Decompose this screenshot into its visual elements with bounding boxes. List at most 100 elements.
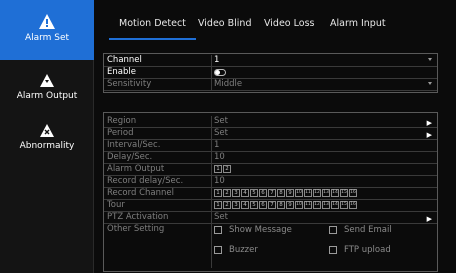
record-channel-label: Record Channel [107, 188, 212, 199]
delay-input[interactable]: 10 [214, 152, 435, 163]
tab-motion-detect[interactable]: Motion Detect [109, 18, 196, 40]
tour-checkbox-5[interactable]: 5 [250, 201, 258, 209]
enable-row: Enable [104, 67, 437, 79]
show-message-checkbox[interactable] [214, 226, 222, 234]
sidebar-item-alarm-output[interactable]: Alarm Output [0, 68, 94, 110]
ptz-set-button[interactable]: Set ▶ [214, 212, 435, 223]
ptz-value: Set [214, 212, 228, 222]
tour-checkbox-14[interactable]: 14 [331, 201, 339, 209]
enable-label: Enable [107, 67, 212, 78]
tour-checkbox-10[interactable]: 10 [295, 201, 303, 209]
sidebar: Alarm Set Alarm Output Abnormality [0, 0, 94, 273]
sidebar-item-alarm-set[interactable]: Alarm Set [0, 0, 94, 60]
tour-label: Tour [107, 200, 212, 211]
record-delay-input[interactable]: 10 [214, 176, 435, 187]
record-channel-checkbox-8[interactable]: 8 [277, 189, 285, 197]
channel-select[interactable]: 1 [214, 55, 435, 66]
chevron-down-icon [428, 58, 432, 61]
period-set-button[interactable]: Set ▶ [214, 128, 435, 139]
record-channel-checkbox-5[interactable]: 5 [250, 189, 258, 197]
ftp-upload-checkbox[interactable] [329, 246, 337, 254]
sidebar-item-label: Alarm Set [24, 33, 70, 43]
tour-checkbox-16[interactable]: 16 [349, 201, 357, 209]
alarm-output-checkbox-2[interactable]: 2 [223, 165, 231, 173]
enable-toggle[interactable] [214, 69, 226, 76]
record-channel-cell: 1 2 3 4 5 6 7 8 9 10 11 12 13 14 15 16 [214, 188, 435, 199]
record-channel-checkbox-15[interactable]: 15 [340, 189, 348, 197]
record-channel-checkbox-4[interactable]: 4 [241, 189, 249, 197]
ptz-row: PTZ Activation Set ▶ [104, 212, 437, 224]
record-delay-row: Record delay/Sec. 10 [104, 176, 437, 188]
tour-checkbox-4[interactable]: 4 [241, 201, 249, 209]
record-channel-checkbox-1[interactable]: 1 [214, 189, 222, 197]
enable-value-cell [214, 67, 435, 78]
alarm-set-icon [39, 14, 55, 29]
alarm-output-row: Alarm Output 12 [104, 164, 437, 176]
sensitivity-label: Sensitivity [107, 79, 212, 90]
interval-input[interactable]: 1 [214, 140, 435, 151]
tour-checkbox-11[interactable]: 11 [304, 201, 312, 209]
tour-checkbox-8[interactable]: 8 [277, 201, 285, 209]
sidebar-item-label: Alarm Output [16, 91, 78, 101]
interval-label: Interval/Sec. [107, 140, 212, 151]
period-value: Set [214, 128, 228, 138]
tab-video-loss[interactable]: Video Loss [264, 18, 314, 29]
tour-checkbox-3[interactable]: 3 [232, 201, 240, 209]
tab-alarm-input[interactable]: Alarm Input [330, 18, 386, 29]
sensitivity-row: Sensitivity Middle [104, 79, 437, 91]
period-label: Period [107, 128, 212, 139]
tour-checkbox-1[interactable]: 1 [214, 201, 222, 209]
show-message-label: Show Message [229, 225, 292, 235]
tour-cell: 1 2 3 4 5 6 7 8 9 10 11 12 13 14 15 16 [214, 200, 435, 211]
record-channel-checkbox-9[interactable]: 9 [286, 189, 294, 197]
buzzer-checkbox[interactable] [214, 246, 222, 254]
record-channel-checkbox-12[interactable]: 12 [313, 189, 321, 197]
channel-row: Channel 1 [104, 55, 437, 67]
record-channel-checkbox-13[interactable]: 13 [322, 189, 330, 197]
sidebar-item-abnormality[interactable]: Abnormality [0, 120, 94, 162]
record-channel-checkbox-11[interactable]: 11 [304, 189, 312, 197]
region-value: Set [214, 116, 228, 126]
channel-panel: Channel 1 Enable Sensitivity Middle [103, 53, 438, 93]
send-email-label: Send Email [344, 225, 392, 235]
alarm-output-cell: 12 [214, 164, 435, 175]
region-label: Region [107, 116, 212, 127]
abnormality-icon [40, 124, 54, 137]
tour-checkbox-6[interactable]: 6 [259, 201, 267, 209]
record-channel-checkbox-16[interactable]: 16 [349, 189, 357, 197]
tour-checkbox-9[interactable]: 9 [286, 201, 294, 209]
record-channel-checkbox-7[interactable]: 7 [268, 189, 276, 197]
tour-row: Tour 1 2 3 4 5 6 7 8 9 10 11 12 13 14 15 16 [104, 200, 437, 212]
alarm-output-icon [40, 74, 54, 87]
channel-label: Channel [107, 55, 212, 66]
record-delay-label: Record delay/Sec. [107, 176, 212, 187]
record-channel-row: Record Channel 1 2 3 4 5 6 7 8 9 10 11 12 13 14 15 16 [104, 188, 437, 200]
record-channel-checkboxes: 1 2 3 4 5 6 7 8 9 10 11 12 13 14 15 16 [214, 189, 357, 197]
tour-checkbox-7[interactable]: 7 [268, 201, 276, 209]
alarm-output-checkbox-1[interactable]: 1 [214, 165, 222, 173]
record-channel-checkbox-10[interactable]: 10 [295, 189, 303, 197]
send-email-checkbox[interactable] [329, 226, 337, 234]
channel-value: 1 [214, 55, 220, 65]
buzzer-label: Buzzer [229, 245, 258, 255]
tour-checkbox-2[interactable]: 2 [223, 201, 231, 209]
delay-row: Delay/Sec. 10 [104, 152, 437, 164]
sensitivity-select[interactable]: Middle [214, 79, 435, 90]
alarm-output-checkboxes: 12 [214, 165, 231, 173]
record-channel-checkbox-2[interactable]: 2 [223, 189, 231, 197]
region-row: Region Set ▶ [104, 116, 437, 128]
tab-bar: Motion Detect Video Blind Video Loss Ala… [98, 0, 438, 48]
sensitivity-value: Middle [214, 79, 243, 89]
tour-checkbox-13[interactable]: 13 [322, 201, 330, 209]
ftp-upload-label: FTP upload [344, 245, 391, 255]
record-channel-checkbox-6[interactable]: 6 [259, 189, 267, 197]
region-set-button[interactable]: Set ▶ [214, 116, 435, 127]
tour-checkbox-12[interactable]: 12 [313, 201, 321, 209]
tab-video-blind[interactable]: Video Blind [198, 18, 251, 29]
record-channel-checkbox-14[interactable]: 14 [331, 189, 339, 197]
chevron-down-icon [428, 82, 432, 85]
tour-checkbox-15[interactable]: 15 [340, 201, 348, 209]
sidebar-item-label: Abnormality [19, 141, 75, 151]
record-channel-checkbox-3[interactable]: 3 [232, 189, 240, 197]
interval-row: Interval/Sec. 1 [104, 140, 437, 152]
